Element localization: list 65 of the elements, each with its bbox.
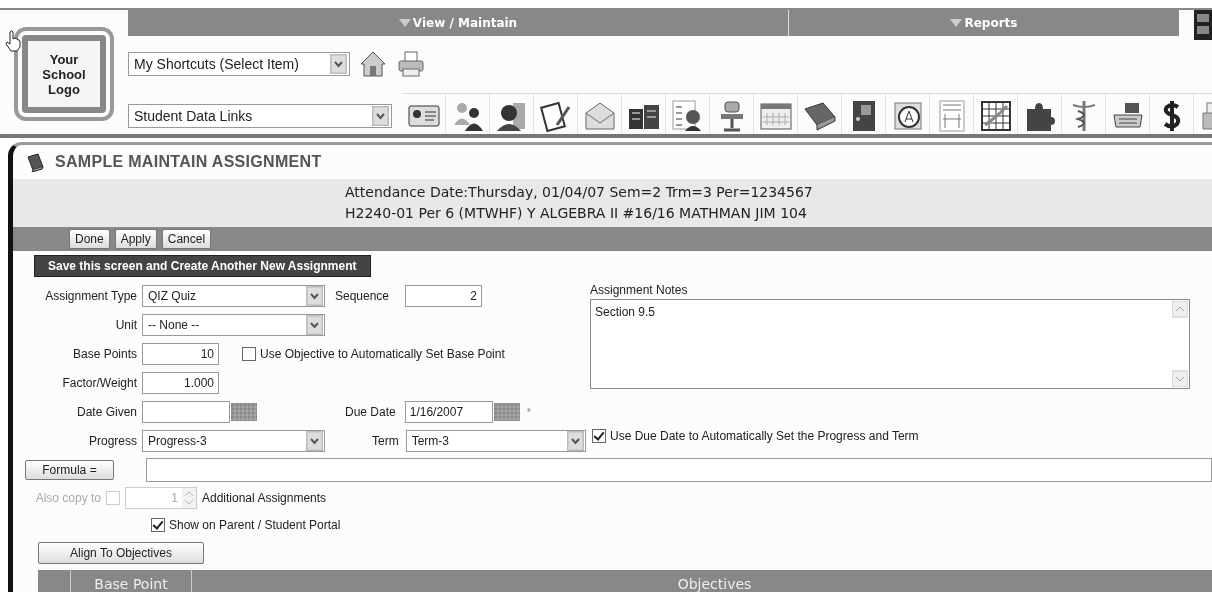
input-field[interactable]: 1.000 (142, 371, 219, 394)
progress-dropdown[interactable]: Progress-3 (142, 430, 325, 452)
field-label: Assignment Type (44, 288, 137, 303)
spinner-arrows-icon (182, 487, 196, 508)
field-label: Also copy to (34, 490, 101, 505)
field-label: Sequence (335, 288, 391, 303)
align-objectives-button[interactable]: Align To Objectives (38, 542, 204, 564)
data-links-dropdown[interactable]: Student Data Links (128, 103, 392, 128)
field-label: Term (372, 434, 399, 448)
dropdown-arrow-icon (306, 285, 323, 306)
checkbox-label: Use Objective to Automatically Set Base Point (260, 346, 505, 361)
checkbox-label: Show on Parent / Student Portal (169, 517, 341, 532)
dropdown-arrow-icon (306, 314, 323, 335)
dropdown-arrow-icon (372, 105, 389, 126)
menu-tab[interactable]: View / Maintain (128, 10, 789, 36)
book-icon[interactable] (802, 99, 837, 133)
page-title: SAMPLE MAINTAIN ASSIGNMENT (55, 153, 322, 171)
field-label: Additional Assignments (202, 490, 327, 505)
field-label: Assignment Notes (590, 283, 689, 297)
action-button[interactable]: Done (69, 229, 110, 249)
notes-field[interactable]: Section 9.5 (590, 299, 1190, 389)
book-icon (25, 152, 45, 172)
field-label: Factor/Weight (61, 375, 137, 390)
formula-field[interactable] (145, 458, 1212, 482)
checkbox-label: Use Due Date to Automatically Set the Progress and Term (610, 429, 919, 443)
info-line: H2240-01 Per 6 (MTWHF) Y ALGEBRA II #16/16 MATHMAN JIM 104 (345, 204, 808, 223)
checkbox[interactable] (242, 346, 256, 361)
dropdown-arrow-icon (566, 431, 584, 451)
scrollbar-arrows-icon (1172, 301, 1188, 387)
grid-icon[interactable] (978, 99, 1013, 133)
dropdown-arrow-icon (330, 54, 347, 74)
field-label: Unit (114, 317, 137, 332)
field-label: Date Given (75, 404, 137, 419)
input-field[interactable]: 2 (405, 284, 482, 307)
column-header: Base Point (71, 570, 192, 592)
field-label: Progress (87, 434, 137, 448)
calendar-icon (231, 402, 257, 421)
shortcuts-dropdown[interactable]: My Shortcuts (Select Item) (128, 52, 350, 76)
unit-dropdown[interactable]: -- None -- (142, 313, 325, 336)
column-header (38, 570, 71, 592)
calendar-icon (493, 402, 520, 421)
field-label: Base Points (71, 346, 137, 361)
hand-cursor-icon (4, 30, 22, 52)
printer-icon[interactable] (396, 49, 426, 79)
term-dropdown[interactable]: Term-3 (405, 430, 586, 452)
menu-tab[interactable]: Reports (789, 10, 1179, 36)
info-line: Attendance Date:Thursday, 01/04/07 Sem=2 Trm=3 Per=1234567 (345, 183, 814, 202)
number-spinner: 1 (125, 486, 197, 509)
action-button[interactable]: Apply (114, 229, 157, 249)
field-label: Due Date (345, 404, 396, 419)
input-field[interactable]: 10 (142, 342, 219, 365)
caret-icon (398, 19, 411, 27)
column-header: Objectives (192, 570, 1212, 592)
dropdown-arrow-icon (306, 431, 323, 451)
input-field[interactable]: 1/16/2007 (404, 400, 493, 423)
type-dropdown[interactable]: QIZ Quiz (142, 284, 325, 307)
checkbox[interactable] (151, 517, 165, 532)
home-icon[interactable] (358, 49, 388, 79)
checkbox[interactable] (592, 429, 606, 443)
caret-icon (950, 19, 963, 27)
action-button[interactable]: Cancel (161, 229, 212, 249)
required-mark: * (526, 405, 531, 418)
save-new-button[interactable]: Save this screen and Create Another New Assignment (34, 255, 371, 277)
formula-button[interactable]: Formula = (25, 460, 114, 480)
input-field[interactable] (142, 400, 230, 423)
